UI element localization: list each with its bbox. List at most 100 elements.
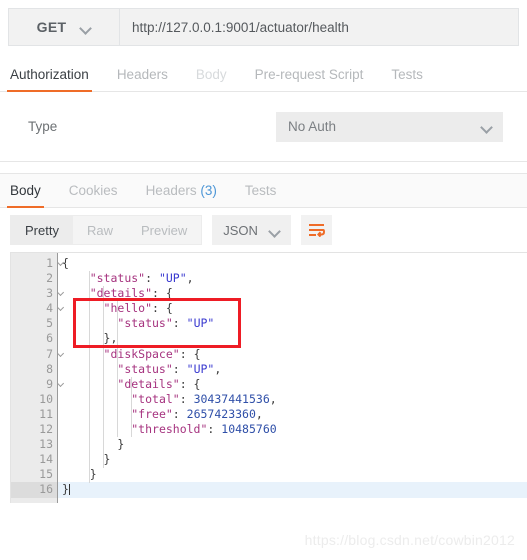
code-token: }	[62, 437, 125, 452]
code-token: }	[62, 482, 69, 497]
response-tab-headers[interactable]: Headers (3)	[146, 183, 217, 207]
request-tab-bar: Authorization Headers Body Pre-request Scri…	[0, 58, 527, 92]
request-tab-pre-request-script[interactable]: Pre-request Script	[255, 67, 378, 91]
url-input[interactable]: http://127.0.0.1:9001/actuator/health	[120, 9, 518, 45]
line-number-value: 14	[39, 452, 53, 467]
code-token: "free"	[131, 406, 173, 421]
code-line: "total": 30437441536,	[58, 392, 527, 407]
line-number-value: 15	[39, 467, 53, 482]
text-caret	[68, 484, 70, 496]
code-token: ,	[186, 271, 194, 286]
code-line: "status": "UP",	[58, 271, 527, 286]
response-tab-label: Tests	[244, 183, 277, 198]
code-line: "free": 2657423360,	[58, 407, 527, 422]
line-number: 7	[11, 347, 57, 362]
response-body-editor[interactable]: 1 2 3 4 5 6 7 8 9 10 11 12 13 14 15 16 { "status": "UP"…	[10, 252, 527, 503]
code-line: "details": {	[58, 377, 527, 392]
line-number: 5	[11, 316, 57, 331]
code-token: "diskSpace"	[103, 346, 180, 361]
code-line: "hello": {	[58, 301, 527, 316]
chevron-down-icon	[269, 227, 280, 234]
code-token: :	[172, 316, 187, 331]
response-tab-count: (3)	[196, 183, 217, 198]
line-number: 8	[11, 362, 57, 377]
code-token: "UP"	[158, 271, 187, 286]
response-tab-label: Cookies	[68, 183, 118, 198]
response-tab-label: Headers	[145, 183, 197, 198]
code-token: :	[207, 422, 222, 437]
view-mode-pretty[interactable]: Pretty	[11, 216, 73, 244]
code-line: },	[58, 331, 527, 346]
code-token: "total"	[131, 391, 180, 406]
view-mode-group: Pretty Raw Preview	[10, 215, 203, 245]
request-tab-tests[interactable]: Tests	[391, 67, 437, 91]
code-line: "diskSpace": {	[58, 347, 527, 362]
code-line: }	[58, 482, 527, 498]
line-number-value: 2	[46, 271, 53, 286]
code-token: "status"	[117, 361, 173, 376]
response-tab-body[interactable]: Body	[7, 183, 44, 208]
code-token: "threshold"	[131, 422, 208, 437]
code-token: :	[145, 271, 159, 286]
line-number-value: 9	[46, 376, 53, 391]
line-number: 11	[11, 407, 57, 422]
indent-guide	[103, 286, 104, 468]
code-token: {	[62, 256, 69, 270]
code-token: : {	[152, 286, 173, 301]
code-token: :	[172, 361, 187, 376]
response-tab-tests[interactable]: Tests	[245, 183, 277, 207]
code-token: "status"	[89, 271, 146, 286]
request-tab-body[interactable]: Body	[196, 67, 241, 91]
line-number: 12	[11, 422, 57, 437]
code-line: "threshold": 10485760	[58, 422, 527, 437]
request-tab-label: Tests	[391, 67, 423, 82]
response-tab-cookies[interactable]: Cookies	[69, 183, 118, 207]
request-tab-headers[interactable]: Headers	[117, 67, 182, 91]
line-number-value: 7	[46, 346, 53, 361]
code-token: }	[62, 467, 97, 482]
http-method-dropdown[interactable]: GET	[9, 9, 120, 45]
code-line: "status": "UP"	[58, 316, 527, 331]
code-line: }	[58, 467, 527, 482]
code-token: :	[172, 406, 187, 421]
code-line: "details": {	[58, 286, 527, 301]
line-number: 15	[11, 467, 57, 482]
word-wrap-icon	[308, 224, 325, 237]
request-tab-authorization[interactable]: Authorization	[7, 67, 103, 92]
request-tab-label: Headers	[116, 67, 168, 82]
body-format-dropdown[interactable]: JSON	[212, 215, 291, 245]
view-mode-label: Pretty	[25, 222, 59, 238]
editor-code-area[interactable]: { "status": "UP", "details": { "hello": …	[58, 253, 527, 503]
url-value: http://127.0.0.1:9001/actuator/health	[132, 19, 349, 35]
line-number: 6	[11, 331, 57, 346]
line-number-value: 8	[46, 361, 53, 376]
view-mode-label: Raw	[86, 222, 113, 238]
code-token: "details"	[117, 376, 180, 391]
view-mode-label: Preview	[140, 222, 188, 238]
body-format-value: JSON	[223, 222, 258, 238]
line-number-value: 5	[46, 316, 53, 331]
line-number: 3	[11, 286, 57, 301]
view-mode-preview[interactable]: Preview	[127, 216, 201, 244]
pane-divider	[0, 161, 527, 173]
code-token: "details"	[89, 286, 153, 301]
indent-guide	[131, 377, 132, 437]
auth-type-dropdown[interactable]: No Auth	[276, 111, 503, 142]
response-tab-label: Body	[10, 183, 41, 198]
indent-guide	[89, 271, 90, 483]
line-number-value: 11	[39, 406, 53, 421]
word-wrap-button[interactable]	[300, 215, 332, 245]
line-number: 2	[11, 271, 57, 286]
code-token: 10485760	[221, 422, 277, 437]
auth-type-label: Type	[28, 119, 58, 134]
watermark-text: https://blog.csdn.net/cowbin2012	[304, 532, 515, 548]
line-number-value: 16	[39, 482, 53, 497]
line-number: 4	[11, 301, 57, 316]
code-token: "UP"	[186, 361, 215, 376]
code-token: 30437441536	[193, 391, 270, 406]
line-number-value: 13	[39, 437, 53, 452]
view-mode-raw[interactable]: Raw	[73, 216, 127, 244]
